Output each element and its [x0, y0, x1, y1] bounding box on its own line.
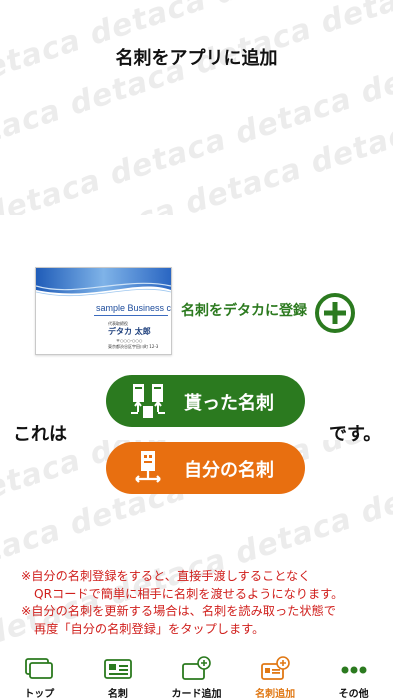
- tab-label: 名刺追加: [255, 689, 296, 700]
- tab-label: 名刺: [107, 689, 128, 700]
- plus-circle-icon[interactable]: [314, 292, 356, 334]
- page-title: 名刺をアプリに追加: [115, 48, 278, 69]
- note-line: ※自分の名刺を更新する場合は、名刺を読み取った状態で: [21, 604, 336, 618]
- tab-add-card[interactable]: カード追加: [157, 652, 236, 700]
- tab-label: その他: [338, 689, 369, 700]
- card-add-orange-icon: [261, 656, 290, 680]
- sentence-suffix: です。: [329, 424, 382, 445]
- received-card-label: 貰った名刺: [184, 393, 274, 414]
- notes-block: ※自分の名刺登録をすると、直接手渡しすることなく QRコードで簡単に相手に名刺を…: [0, 568, 393, 638]
- note-line: 再度「自分の名刺登録」をタップします。: [34, 621, 265, 636]
- tab-cards[interactable]: 名刺: [79, 652, 158, 700]
- watermark-pattern-top: detaca detaca detaca detaca detaca detac…: [0, 0, 393, 215]
- register-card-label[interactable]: 名刺をデタカに登録: [181, 300, 307, 320]
- business-card-icon: [103, 659, 132, 679]
- received-card-button[interactable]: 貰った名刺: [106, 375, 305, 427]
- card-share-icon: [135, 451, 161, 483]
- sentence-prefix: これは: [13, 424, 67, 445]
- note-line: ※自分の名刺登録をすると、直接手渡しすることなく: [21, 569, 311, 583]
- tab-label: トップ: [24, 689, 55, 700]
- cards-stack-icon: [25, 658, 54, 679]
- card-wave-graphic: [36, 268, 171, 297]
- tab-add-business-card[interactable]: 名刺追加: [236, 652, 315, 700]
- card-divider: [94, 315, 168, 316]
- card-address: 東京都渋谷区宇田川町 12-3: [108, 344, 159, 349]
- bottom-tab-bar: トップ 名刺 カード追加 名刺追加 その他: [0, 652, 393, 700]
- card-add-icon: [182, 656, 212, 680]
- more-dots-icon: [341, 666, 367, 674]
- add-card-screen: detaca detaca detaca detaca detaca detac…: [0, 0, 393, 700]
- sample-business-card-image: sample Business card 代表取締役 デタカ 太郎 〒○○○-○…: [35, 267, 172, 355]
- tab-label: カード追加: [171, 689, 222, 700]
- note-line: QRコードで簡単に相手に名刺を渡せるようになります。: [34, 586, 344, 601]
- my-card-label: 自分の名刺: [184, 460, 274, 481]
- card-heading: sample Business card: [96, 303, 172, 313]
- card-name: デタカ 太郎: [108, 327, 151, 336]
- card-exchange-icon: [131, 384, 165, 418]
- tab-top[interactable]: トップ: [0, 652, 79, 700]
- tab-more[interactable]: その他: [314, 652, 393, 700]
- my-card-button[interactable]: 自分の名刺: [106, 442, 305, 494]
